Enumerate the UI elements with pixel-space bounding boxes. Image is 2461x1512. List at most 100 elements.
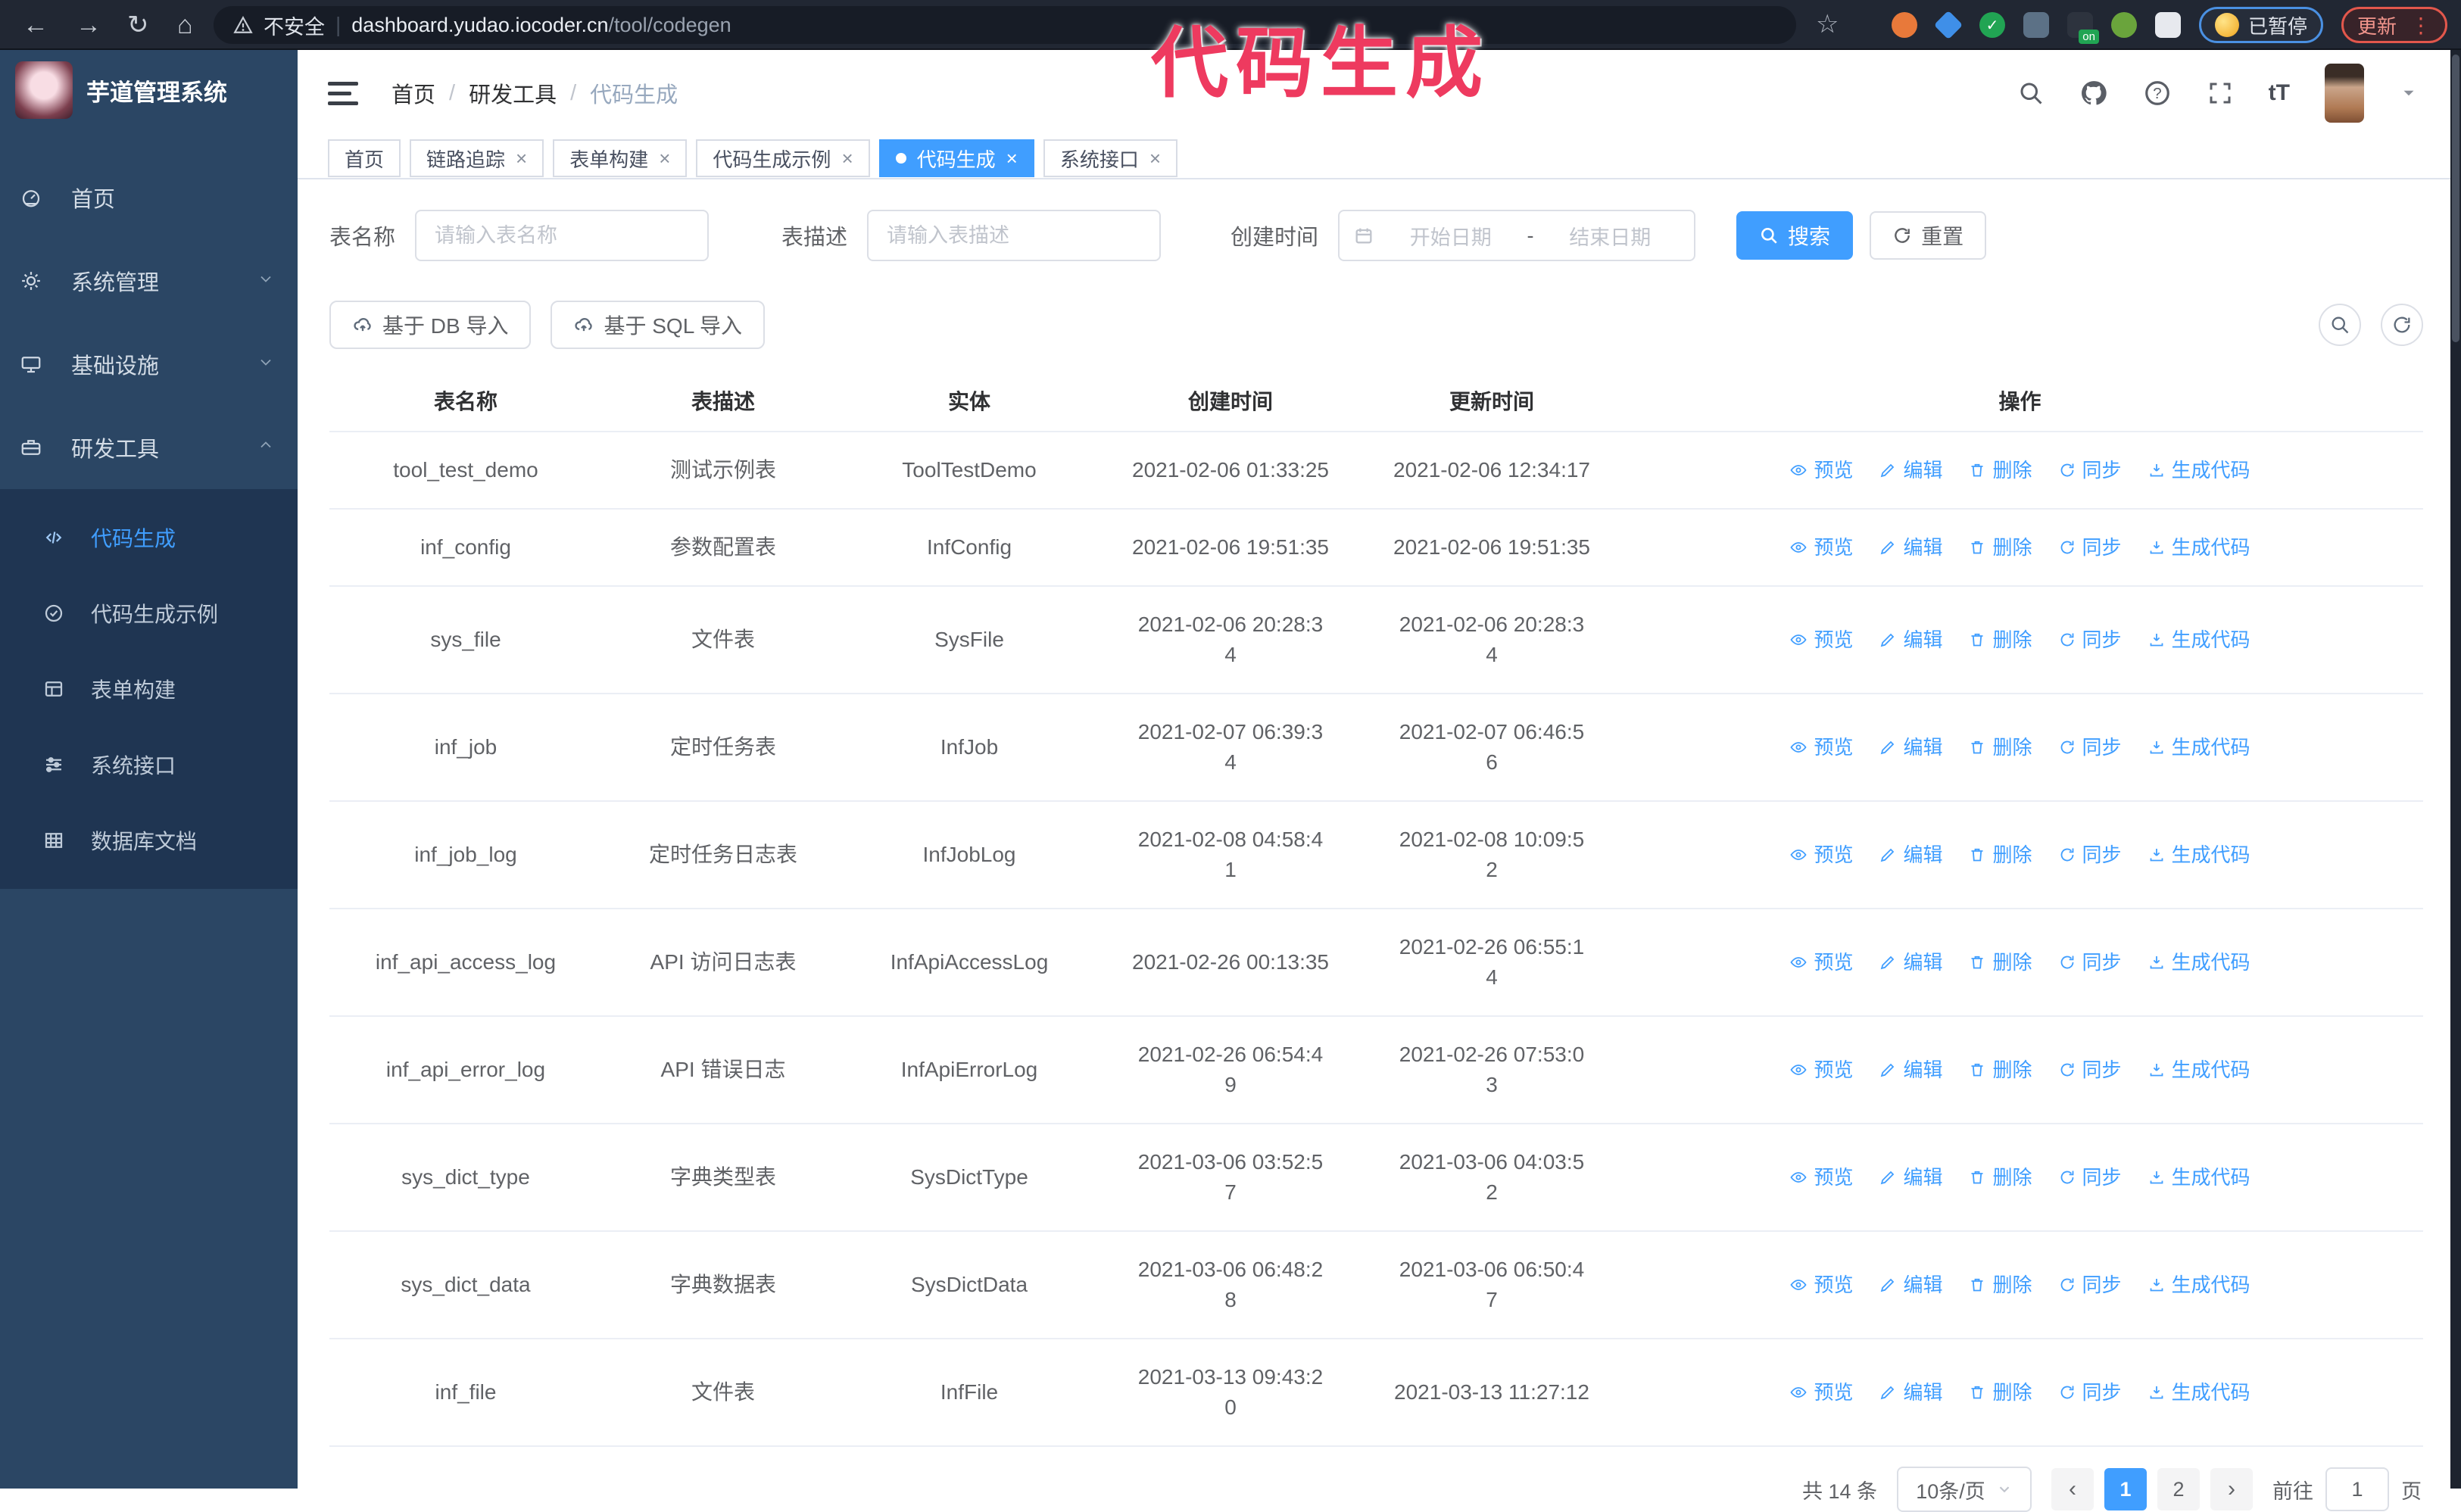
action-generate[interactable]: 生成代码: [2148, 1377, 2250, 1408]
action-sync[interactable]: 同步: [2058, 947, 2122, 977]
fullscreen-icon[interactable]: [2207, 79, 2234, 107]
github-icon[interactable]: [2079, 79, 2108, 108]
close-icon[interactable]: ×: [841, 148, 853, 168]
action-generate[interactable]: 生成代码: [2148, 1270, 2250, 1300]
url-text[interactable]: dashboard.yudao.iocoder.cn/tool/codegen: [351, 14, 731, 37]
close-icon[interactable]: ×: [659, 148, 670, 168]
collapse-menu-icon[interactable]: [328, 81, 358, 105]
action-preview[interactable]: 预览: [1789, 732, 1853, 762]
sidebar-item-系统管理[interactable]: 系统管理: [0, 239, 298, 323]
prev-page-button[interactable]: ‹: [2051, 1468, 2094, 1510]
action-preview[interactable]: 预览: [1789, 455, 1853, 485]
bookmark-star-icon[interactable]: ☆: [1816, 9, 1839, 39]
search-button[interactable]: 搜索: [1736, 211, 1854, 260]
action-sync[interactable]: 同步: [2058, 625, 2122, 655]
page-2-button[interactable]: 2: [2157, 1468, 2200, 1510]
sidebar-subitem-系统接口[interactable]: 系统接口: [0, 727, 298, 803]
extension-icon[interactable]: [1891, 12, 1917, 38]
action-edit[interactable]: 编辑: [1879, 625, 1942, 655]
action-edit[interactable]: 编辑: [1879, 455, 1942, 485]
page-size-select[interactable]: 10条/页: [1897, 1467, 2032, 1512]
close-icon[interactable]: ×: [1149, 148, 1161, 168]
refresh-table-button[interactable]: [2381, 304, 2423, 346]
action-sync[interactable]: 同步: [2058, 1055, 2122, 1085]
tab-表单构建[interactable]: 表单构建 ×: [553, 139, 688, 177]
goto-page-input[interactable]: [2325, 1467, 2389, 1511]
action-edit[interactable]: 编辑: [1879, 840, 1942, 870]
extension-icon[interactable]: ✓: [1979, 12, 2005, 38]
toggle-search-button[interactable]: [2319, 304, 2361, 346]
menu-dots-icon[interactable]: ⋮: [2410, 13, 2431, 38]
action-sync[interactable]: 同步: [2058, 1377, 2122, 1408]
next-page-button[interactable]: ›: [2210, 1468, 2253, 1510]
action-preview[interactable]: 预览: [1789, 1270, 1853, 1300]
sidebar-item-研发工具[interactable]: 研发工具: [0, 406, 298, 489]
tab-代码生成[interactable]: 代码生成 ×: [878, 139, 1034, 177]
action-generate[interactable]: 生成代码: [2148, 947, 2250, 977]
action-generate[interactable]: 生成代码: [2148, 732, 2250, 762]
extension-icon[interactable]: [2110, 12, 2137, 38]
chrome-update-button[interactable]: 更新 ⋮: [2341, 7, 2447, 43]
action-sync[interactable]: 同步: [2058, 1162, 2122, 1192]
profile-paused-button[interactable]: 已暂停: [2198, 7, 2323, 43]
action-edit[interactable]: 编辑: [1879, 1055, 1942, 1085]
address-bar[interactable]: 不安全 | dashboard.yudao.iocoder.cn/tool/co…: [214, 6, 1796, 44]
search-icon[interactable]: [2017, 79, 2045, 107]
action-edit[interactable]: 编辑: [1879, 1377, 1942, 1408]
action-sync[interactable]: 同步: [2058, 1270, 2122, 1300]
action-edit[interactable]: 编辑: [1879, 732, 1942, 762]
browser-home-icon[interactable]: ⌂: [177, 0, 193, 50]
action-preview[interactable]: 预览: [1789, 532, 1853, 563]
extension-icon[interactable]: [2154, 12, 2181, 38]
security-label[interactable]: 不安全: [264, 11, 325, 40]
tab-代码生成示例[interactable]: 代码生成示例 ×: [696, 139, 870, 177]
tab-首页[interactable]: 首页: [328, 139, 401, 177]
action-preview[interactable]: 预览: [1789, 1377, 1853, 1408]
action-delete[interactable]: 删除: [1968, 840, 2032, 870]
action-generate[interactable]: 生成代码: [2148, 532, 2250, 563]
date-end-placeholder[interactable]: 结束日期: [1540, 221, 1681, 251]
action-generate[interactable]: 生成代码: [2148, 625, 2250, 655]
action-delete[interactable]: 删除: [1968, 625, 2032, 655]
action-preview[interactable]: 预览: [1789, 947, 1853, 977]
tab-系统接口[interactable]: 系统接口 ×: [1043, 139, 1178, 177]
sidebar-subitem-代码生成[interactable]: 代码生成: [0, 500, 298, 575]
action-sync[interactable]: 同步: [2058, 532, 2122, 563]
action-preview[interactable]: 预览: [1789, 625, 1853, 655]
action-edit[interactable]: 编辑: [1879, 947, 1942, 977]
help-icon[interactable]: ?: [2143, 79, 2172, 108]
reset-button[interactable]: 重置: [1870, 211, 1987, 260]
chevron-down-icon[interactable]: [2399, 83, 2419, 103]
action-generate[interactable]: 生成代码: [2148, 840, 2250, 870]
action-delete[interactable]: 删除: [1968, 532, 2032, 563]
action-preview[interactable]: 预览: [1789, 1055, 1853, 1085]
action-edit[interactable]: 编辑: [1879, 1270, 1942, 1300]
action-delete[interactable]: 删除: [1968, 732, 2032, 762]
sidebar-subitem-表单构建[interactable]: 表单构建: [0, 651, 298, 727]
sidebar-item-基础设施[interactable]: 基础设施: [0, 323, 298, 406]
browser-back-icon[interactable]: ←: [23, 0, 48, 50]
sidebar-item-首页[interactable]: 首页: [0, 156, 298, 239]
breadcrumb-item[interactable]: 首页: [391, 77, 435, 109]
sidebar-subitem-代码生成示例[interactable]: 代码生成示例: [0, 575, 298, 651]
action-generate[interactable]: 生成代码: [2148, 1055, 2250, 1085]
tab-链路追踪[interactable]: 链路追踪 ×: [410, 139, 544, 177]
date-start-placeholder[interactable]: 开始日期: [1380, 221, 1521, 251]
action-delete[interactable]: 删除: [1968, 1055, 2032, 1085]
action-edit[interactable]: 编辑: [1879, 1162, 1942, 1192]
user-avatar[interactable]: [2325, 64, 2364, 123]
action-delete[interactable]: 删除: [1968, 1162, 2032, 1192]
app-logo[interactable]: 芋道管理系统: [0, 50, 298, 129]
close-icon[interactable]: ×: [516, 148, 527, 168]
import-sql-button[interactable]: 基于 SQL 导入: [551, 301, 766, 349]
action-delete[interactable]: 删除: [1968, 947, 2032, 977]
action-sync[interactable]: 同步: [2058, 455, 2122, 485]
action-generate[interactable]: 生成代码: [2148, 455, 2250, 485]
action-delete[interactable]: 删除: [1968, 1270, 2032, 1300]
action-delete[interactable]: 删除: [1968, 1377, 2032, 1408]
extension-icon[interactable]: [2023, 12, 2049, 38]
browser-reload-icon[interactable]: ↻: [127, 0, 149, 50]
browser-forward-icon[interactable]: →: [76, 0, 101, 50]
page-scrollbar[interactable]: [2450, 50, 2461, 1489]
font-size-icon[interactable]: tT: [2269, 80, 2290, 106]
